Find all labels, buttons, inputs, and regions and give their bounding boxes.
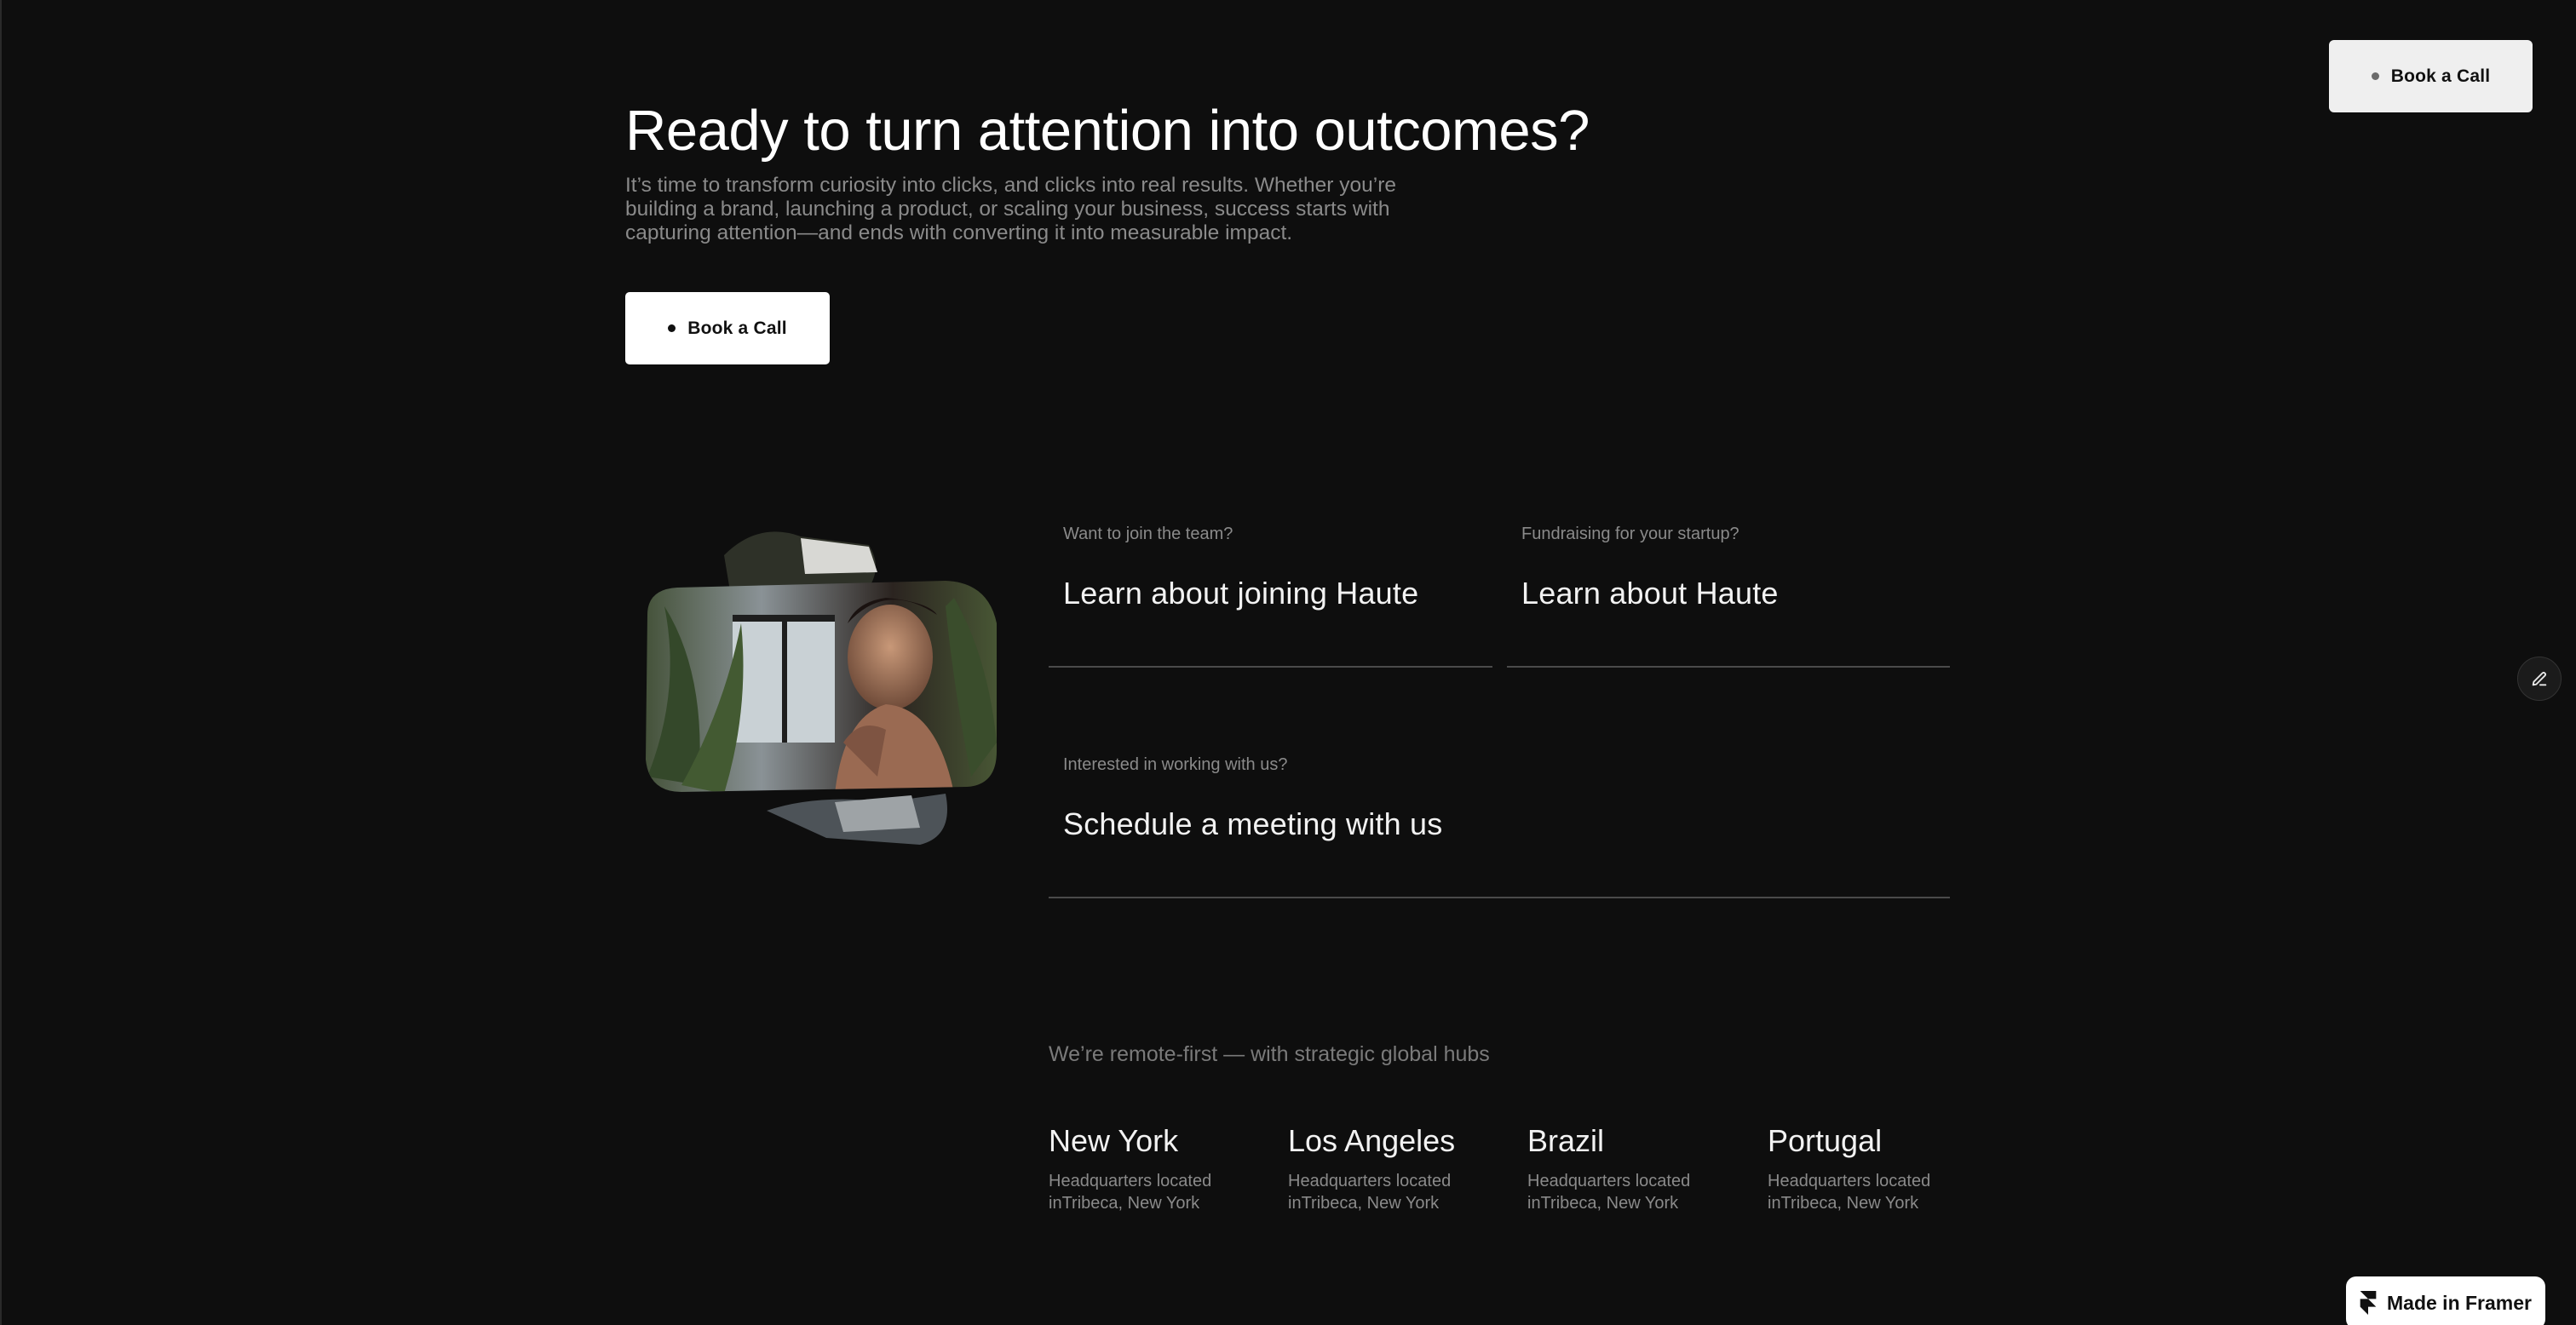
- dot-icon: [2371, 72, 2379, 80]
- hub-city: New York: [1049, 1123, 1179, 1158]
- fundraising-link[interactable]: Fundraising for your startup? Learn abou…: [1507, 525, 1950, 668]
- header-book-call-label: Book a Call: [2390, 66, 2491, 86]
- hub-city: Brazil: [1527, 1123, 1605, 1158]
- window-edge: [0, 0, 2, 1325]
- hub-new-york: New York Headquarters located inTribeca,…: [1049, 1122, 1270, 1214]
- hub-portugal: Portugal Headquarters located inTribeca,…: [1768, 1122, 1989, 1214]
- hub-brazil: Brazil Headquarters located inTribeca, N…: [1527, 1122, 1749, 1214]
- join-team-link[interactable]: Want to join the team? Learn about joini…: [1049, 525, 1492, 668]
- hub-city: Los Angeles: [1288, 1123, 1456, 1158]
- hub-city: Portugal: [1768, 1123, 1883, 1158]
- hub-los-angeles: Los Angeles Headquarters located inTribe…: [1288, 1122, 1509, 1214]
- made-in-framer-label: Made in Framer: [2387, 1291, 2532, 1314]
- hubs-intro: We’re remote-first — with strategic glob…: [1049, 1042, 1490, 1066]
- hero-book-call-label: Book a Call: [687, 318, 787, 338]
- framer-logo-icon: [2360, 1291, 2377, 1315]
- hero-description: It’s time to transform curiosity into cl…: [625, 174, 1396, 244]
- schedule-meeting-link[interactable]: Interested in working with us? Schedule …: [1049, 755, 1950, 898]
- made-in-framer-badge[interactable]: Made in Framer: [2346, 1276, 2545, 1325]
- pencil-icon: [2532, 671, 2547, 686]
- join-team-eyebrow: Want to join the team?: [1063, 525, 1233, 543]
- hub-address: Headquarters located inTribeca, New York: [1527, 1172, 1691, 1213]
- hero-title: Ready to turn attention into outcomes?: [625, 99, 1590, 163]
- schedule-meeting-title: Schedule a meeting with us: [1063, 806, 1443, 841]
- dot-icon: [668, 324, 676, 332]
- schedule-meeting-eyebrow: Interested in working with us?: [1063, 755, 1288, 774]
- edit-button[interactable]: [2517, 657, 2562, 701]
- fundraising-eyebrow: Fundraising for your startup?: [1521, 525, 1739, 543]
- team-photo-collage: [646, 531, 997, 845]
- hub-address: Headquarters located inTribeca, New York: [1768, 1172, 1931, 1213]
- hub-address: Headquarters located inTribeca, New York: [1288, 1172, 1452, 1213]
- fundraising-title: Learn about Haute: [1521, 576, 1779, 611]
- hub-address: Headquarters located inTribeca, New York: [1049, 1172, 1212, 1213]
- join-team-title: Learn about joining Haute: [1063, 576, 1419, 611]
- hero-book-call-button[interactable]: Book a Call: [625, 292, 830, 364]
- header-book-call-button[interactable]: Book a Call: [2329, 40, 2533, 112]
